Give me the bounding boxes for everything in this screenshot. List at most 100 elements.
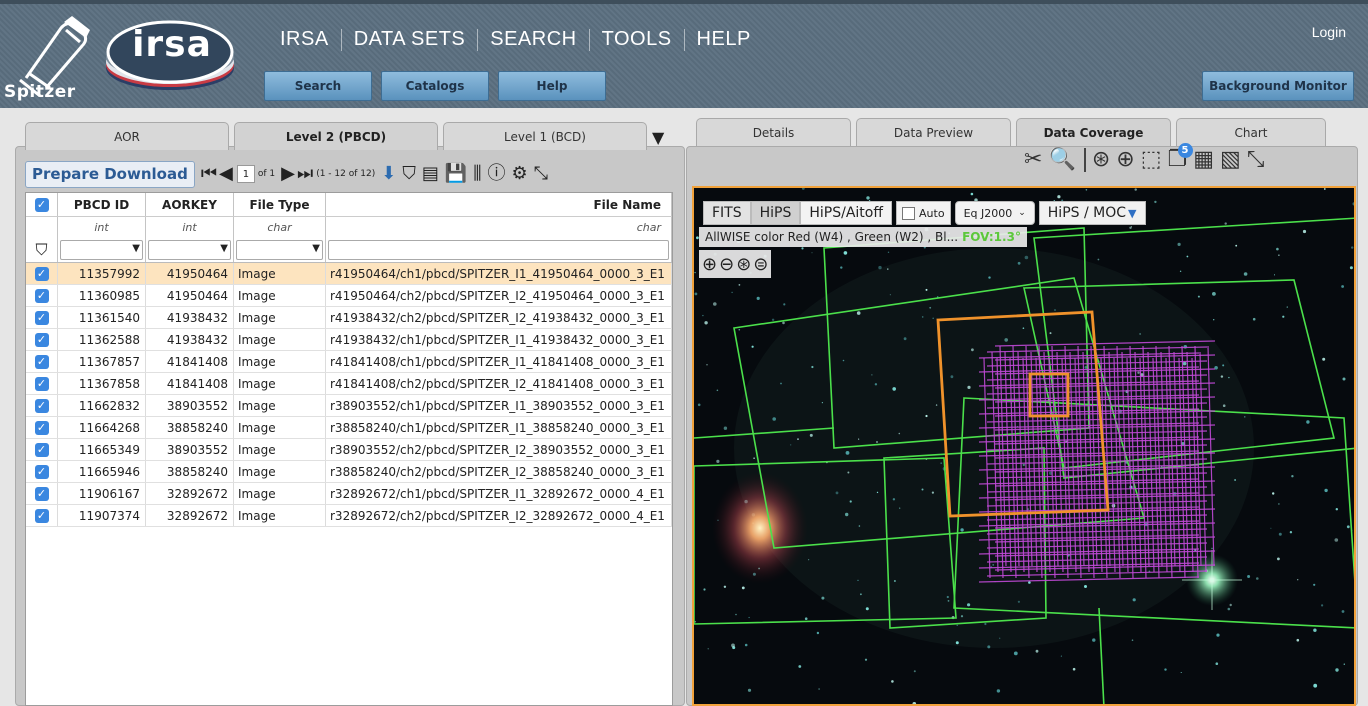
table-row[interactable]: ✓ 11662832 38903552 Image r38903552/ch1/pbcd…: [26, 395, 672, 417]
nav-irsa[interactable]: IRSA: [268, 28, 341, 51]
select-area-icon[interactable]: ⬚: [1141, 149, 1162, 171]
row-select-cell[interactable]: ✓: [26, 439, 58, 460]
previous-page-icon[interactable]: ◀: [219, 165, 233, 183]
tab-data-coverage[interactable]: Data Coverage: [1016, 118, 1171, 146]
row-select-cell[interactable]: ✓: [26, 263, 58, 284]
row-select-cell[interactable]: ✓: [26, 505, 58, 526]
filter-input[interactable]: ▼: [148, 239, 231, 260]
table-row[interactable]: ✓ 11361540 41938432 Image r41938432/ch2/pbcd…: [26, 307, 672, 329]
column-options-icon[interactable]: ⫼: [473, 165, 481, 183]
table-row[interactable]: ✓ 11357992 41950464 Image r41950464/ch1/pbcd…: [26, 263, 672, 285]
save-icon[interactable]: 💾: [445, 165, 467, 183]
tab-chart[interactable]: Chart: [1176, 118, 1326, 146]
column-header[interactable]: PBCD ID: [58, 193, 146, 216]
coordinate-system-select[interactable]: Eq J2000 ⌄: [954, 201, 1035, 225]
column-header[interactable]: AORKEY: [146, 193, 234, 216]
zoom-fill-icon[interactable]: ⊜: [753, 254, 768, 275]
row-checkbox-icon[interactable]: ✓: [34, 464, 49, 479]
table-row[interactable]: ✓ 11367858 41841408 Image r41841408/ch2/pbcd…: [26, 373, 672, 395]
filter-funnel-icon[interactable]: ⛉: [26, 237, 58, 262]
filter-input[interactable]: ▼: [60, 239, 143, 260]
filter-dropdown-icon[interactable]: ▼: [132, 243, 140, 254]
mode-hips-button[interactable]: HiPS: [750, 201, 801, 225]
table-row[interactable]: ✓ 11665349 38903552 Image r38903552/ch2/pbcd…: [26, 439, 672, 461]
mode-fits-button[interactable]: FITS: [703, 201, 751, 225]
hips-moc-menu[interactable]: HiPS / MOC ▼: [1038, 201, 1146, 225]
row-select-cell[interactable]: ✓: [26, 483, 58, 504]
auto-toggle[interactable]: Auto: [896, 201, 951, 225]
row-checkbox-icon[interactable]: ✓: [34, 310, 49, 325]
help-button[interactable]: Help: [498, 71, 606, 101]
mode-hips-aitoff-button[interactable]: HiPS/Aitoff: [800, 201, 893, 225]
row-select-cell[interactable]: ✓: [26, 461, 58, 482]
sky-image-viewer[interactable]: [692, 186, 1356, 706]
row-select-cell[interactable]: ✓: [26, 285, 58, 306]
zoom-out-icon[interactable]: ⊖: [719, 254, 734, 275]
tab-details[interactable]: Details: [696, 118, 851, 146]
row-select-cell[interactable]: ✓: [26, 329, 58, 350]
row-checkbox-icon[interactable]: ✓: [34, 332, 49, 347]
page-number-input[interactable]: 1: [236, 165, 255, 183]
row-checkbox-icon[interactable]: ✓: [34, 486, 49, 501]
row-select-cell[interactable]: ✓: [26, 417, 58, 438]
nav-data-sets[interactable]: DATA SETS: [342, 28, 478, 51]
zoom-search-icon[interactable]: 🔍: [1048, 149, 1075, 171]
row-checkbox-icon[interactable]: ✓: [34, 266, 49, 281]
row-select-cell[interactable]: ✓: [26, 395, 58, 416]
tab-data-preview[interactable]: Data Preview: [856, 118, 1011, 146]
row-checkbox-icon[interactable]: ✓: [34, 288, 49, 303]
table-row[interactable]: ✓ 11907374 32892672 Image r32892672/ch2/pbcd…: [26, 505, 672, 527]
first-page-icon[interactable]: ⏮: [201, 165, 217, 183]
table-row[interactable]: ✓ 11360985 41950464 Image r41950464/ch2/pbcd…: [26, 285, 672, 307]
row-checkbox-icon[interactable]: ✓: [34, 442, 49, 457]
table-row[interactable]: ✓ 11362588 41938432 Image r41938432/ch1/pbcd…: [26, 329, 672, 351]
filter-icon[interactable]: ⛉: [402, 165, 416, 183]
tools-icon[interactable]: ✂: [1024, 149, 1042, 171]
background-monitor-button[interactable]: Background Monitor: [1202, 71, 1354, 101]
color-palette-icon[interactable]: ⊛: [1092, 149, 1110, 171]
row-checkbox-icon[interactable]: ✓: [34, 354, 49, 369]
table-row[interactable]: ✓ 11906167 32892672 Image r32892672/ch1/pbcd…: [26, 483, 672, 505]
table-row[interactable]: ✓ 11367857 41841408 Image r41841408/ch1/pbcd…: [26, 351, 672, 373]
auto-checkbox[interactable]: [902, 206, 916, 220]
row-checkbox-icon[interactable]: ✓: [34, 398, 49, 413]
image-select-icon[interactable]: ▦: [1193, 149, 1214, 171]
catalogs-button[interactable]: Catalogs: [381, 71, 489, 101]
filter-dropdown-icon[interactable]: ▼: [220, 243, 228, 254]
nav-help[interactable]: HELP: [685, 28, 763, 51]
column-header[interactable]: File Type: [234, 193, 326, 216]
row-select-cell[interactable]: ✓: [26, 351, 58, 372]
prepare-download-button[interactable]: Prepare Download: [25, 160, 195, 188]
row-select-cell[interactable]: ✓: [26, 307, 58, 328]
filter-input[interactable]: [328, 239, 669, 260]
search-button[interactable]: Search: [264, 71, 372, 101]
filter-input[interactable]: ▼: [236, 239, 323, 260]
layers-icon[interactable]: ❐ 5: [1168, 143, 1193, 171]
zoom-fit-icon[interactable]: ⊛: [736, 254, 751, 275]
image-stack-icon[interactable]: ▧: [1220, 149, 1241, 171]
table-row[interactable]: ✓ 11665946 38858240 Image r38858240/ch2/pbcd…: [26, 461, 672, 483]
zoom-in-icon[interactable]: ⊕: [702, 254, 717, 275]
next-page-icon[interactable]: ▶: [281, 165, 295, 183]
recenter-icon[interactable]: ⊕: [1116, 149, 1134, 171]
tab-level2-pbcd[interactable]: Level 2 (PBCD): [234, 122, 438, 150]
info-icon[interactable]: ⓘ: [488, 165, 506, 183]
tab-level1-bcd[interactable]: Level 1 (BCD): [443, 122, 647, 150]
column-header[interactable]: File Name: [326, 193, 672, 216]
tabs-overflow-dropdown-icon[interactable]: ▼: [652, 128, 664, 147]
nav-search[interactable]: SEARCH: [478, 28, 588, 51]
text-view-icon[interactable]: ▤: [422, 165, 439, 183]
expand-icon[interactable]: ⤡: [534, 165, 548, 183]
select-all-checkbox[interactable]: ✓: [26, 193, 58, 216]
table-row[interactable]: ✓ 11664268 38858240 Image r38858240/ch1/pbcd…: [26, 417, 672, 439]
row-checkbox-icon[interactable]: ✓: [34, 420, 49, 435]
row-checkbox-icon[interactable]: ✓: [34, 508, 49, 523]
row-checkbox-icon[interactable]: ✓: [34, 376, 49, 391]
last-page-icon[interactable]: ⏭: [297, 165, 313, 183]
filter-dropdown-icon[interactable]: ▼: [312, 243, 320, 254]
save-table-icon[interactable]: ⬇: [381, 165, 396, 183]
nav-tools[interactable]: TOOLS: [590, 28, 684, 51]
login-link[interactable]: Login: [1312, 24, 1346, 40]
expand-viewer-icon[interactable]: ⤡: [1247, 149, 1265, 171]
tab-aor[interactable]: AOR: [25, 122, 229, 150]
